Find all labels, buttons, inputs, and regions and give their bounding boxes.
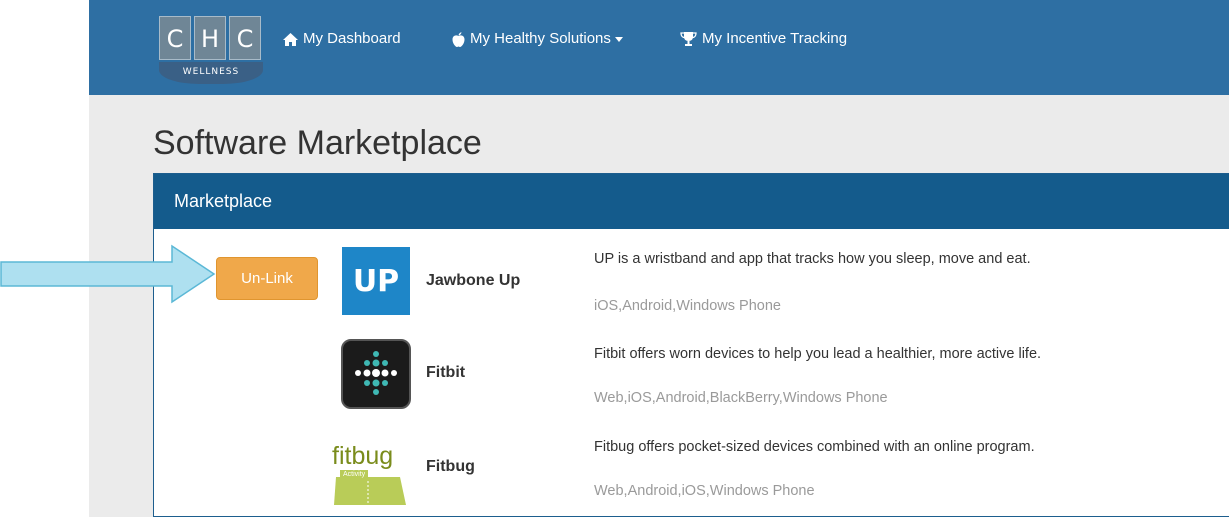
nav-my-dashboard[interactable]: My Dashboard [283,29,401,49]
marketplace-panel: Marketplace [153,173,1229,517]
logo-letter-c1: C [159,16,191,60]
chevron-down-icon [614,36,623,42]
fitbug-logo-subtext: Activity [343,471,366,478]
nav-my-incentive-tracking-label: My Incentive Tracking [702,30,848,47]
logo-subtitle: WELLNESS [159,62,263,84]
page-title: Software Marketplace [153,124,482,162]
app-name-fitbit: Fitbit [426,364,466,381]
trophy-icon [680,32,697,46]
page: C H C WELLNESS My Dashboard My Healthy S… [0,0,1229,517]
jawbone-up-logo: UP [342,247,410,315]
app-description-fitbug: Fitbug offers pocket-sized devices combi… [594,439,1035,455]
panel-heading: Marketplace [154,174,1229,229]
nav-my-incentive-tracking[interactable]: My Incentive Tracking [680,29,847,49]
unlink-button[interactable]: Un-Link [216,257,318,300]
app-description-jawbone-up: UP is a wristband and app that tracks ho… [594,251,1031,267]
nav-my-healthy-solutions[interactable]: My Healthy Solutions [452,29,623,49]
logo-letter-c2: C [229,16,261,60]
apple-icon [452,31,465,47]
pointer-arrow-icon [0,244,216,304]
chc-wellness-logo[interactable]: C H C WELLNESS [159,16,263,88]
fitbit-logo [341,339,411,409]
app-platforms-fitbug: Web,Android,iOS,Windows Phone [594,483,815,499]
fitbug-logo-text: fitbug [332,442,393,470]
fitbug-logo: Activity fitbug [330,433,410,505]
fitbug-logo-graphic: Activity fitbug [332,442,406,505]
app-name-fitbug: Fitbug [426,458,475,475]
fitbit-dots-icon [355,351,397,395]
app-platforms-fitbit: Web,iOS,Android,BlackBerry,Windows Phone [594,390,888,406]
home-icon [283,32,298,46]
app-name-jawbone-up: Jawbone Up [426,272,521,289]
nav-my-healthy-solutions-label: My Healthy Solutions [470,30,611,47]
jawbone-up-logo-text: UP [352,263,400,299]
logo-letter-h: H [194,16,226,60]
app-platforms-jawbone-up: iOS,Android,Windows Phone [594,298,781,314]
nav-my-dashboard-label: My Dashboard [303,30,401,47]
app-description-fitbit: Fitbit offers worn devices to help you l… [594,346,1042,362]
